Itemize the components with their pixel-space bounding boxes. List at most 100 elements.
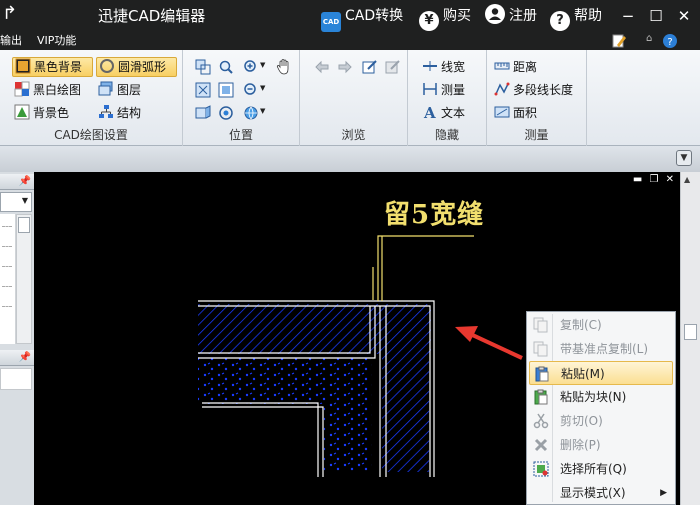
help-icon: ? — [550, 11, 570, 31]
properties-field[interactable] — [0, 368, 32, 390]
menu-item-paste-as-block[interactable]: 粘贴为块(N) — [529, 385, 673, 409]
menu-output[interactable]: 输出 — [0, 33, 22, 49]
scroll-thumb[interactable] — [684, 324, 697, 340]
panel-scrollbar[interactable] — [16, 214, 32, 344]
area-label: 面积 — [513, 106, 538, 120]
panel-dropdown[interactable]: ▼ — [0, 192, 32, 212]
forward-arrow-icon[interactable] — [337, 59, 353, 75]
black-white-icon — [14, 81, 30, 97]
yen-icon: ¥ — [419, 11, 439, 31]
measure-toggle-icon — [422, 81, 438, 97]
menu-item-delete[interactable]: 删除(P) — [529, 433, 673, 457]
menu-item-select-all[interactable]: 选择所有(Q) — [529, 457, 673, 481]
ribbon: 黑色背景 圆滑弧形 黑白绘图 图层 背景色 结构 CAD绘图设置 ▼ ▼ ▼ 位… — [0, 50, 700, 146]
measure-toggle-button[interactable]: 测量 — [420, 80, 465, 100]
zoom-out-icon[interactable] — [243, 82, 259, 98]
save-view-icon[interactable] — [385, 59, 401, 75]
polyline-length-button[interactable]: 多段线长度 — [492, 80, 573, 100]
canvas-window-controls[interactable]: ▬ ❐ ✕ — [633, 174, 676, 185]
menu-item-cut[interactable]: 剪切(O) — [529, 409, 673, 433]
background-color-label: 背景色 — [33, 106, 70, 120]
menu-item-label: 选择所有(Q) — [560, 462, 627, 476]
black-white-draw-button[interactable]: 黑白绘图 — [12, 80, 81, 100]
hand-pan-icon[interactable] — [275, 58, 293, 76]
menu-item-display-mode[interactable]: 显示模式(X) ▶ — [529, 481, 673, 505]
cad-convert-button[interactable]: CAD CAD转换 — [321, 4, 403, 32]
layers-button[interactable]: 图层 — [96, 80, 141, 100]
back-arrow-icon[interactable] — [314, 59, 330, 75]
menu-bar: 输出 VIP功能 ⌂ ? — [0, 32, 700, 50]
text-toggle-button[interactable]: A 文本 — [420, 103, 465, 123]
group-label-measure: 测量 — [524, 128, 549, 142]
title-bar: ↱ 迅捷CAD编辑器 CAD CAD转换 ¥ 购买 注册 ? 帮助 − ☐ ✕ — [0, 0, 700, 32]
smooth-arc-button[interactable]: 圆滑弧形 — [96, 57, 177, 77]
wall-hatch — [382, 304, 429, 472]
zoom-in-icon[interactable] — [243, 59, 259, 75]
maximize-icon[interactable]: ☐ — [645, 4, 667, 28]
register-button[interactable]: 注册 — [485, 4, 537, 28]
lower-dots-hatch — [198, 358, 328, 404]
panel-header-bottom: 📌 — [0, 350, 34, 366]
svg-text:?: ? — [667, 37, 672, 48]
copy-icon — [533, 317, 548, 333]
annotation-leader — [372, 235, 474, 301]
background-color-icon — [14, 104, 30, 120]
scroll-up-icon[interactable]: ▲ — [684, 175, 690, 184]
vertical-scrollbar[interactable]: ▲ — [680, 172, 700, 505]
zoom-in-dropdown-icon[interactable]: ▼ — [260, 61, 265, 69]
area-icon — [494, 104, 510, 120]
panel-list[interactable] — [0, 214, 16, 344]
help-label: 帮助 — [574, 8, 602, 24]
black-background-icon — [15, 58, 31, 74]
text-icon: A — [422, 104, 438, 122]
paste-icon — [535, 366, 549, 382]
menu-vip[interactable]: VIP功能 — [37, 33, 76, 49]
group-label-cad-draw: CAD绘图设置 — [54, 128, 128, 142]
group-label-browse: 浏览 — [341, 128, 366, 142]
measure-toggle-label: 测量 — [441, 83, 466, 97]
minimize-icon[interactable]: − — [617, 4, 639, 28]
zoom-window-icon[interactable] — [218, 59, 234, 75]
pin-icon[interactable]: 📌 — [19, 176, 31, 187]
pin-icon[interactable]: 📌 — [19, 352, 31, 363]
edit-view-icon[interactable] — [362, 59, 378, 75]
linewidth-button[interactable]: 线宽 — [420, 57, 465, 77]
collapse-ribbon-icon[interactable]: ▼ — [676, 150, 692, 166]
close-icon[interactable]: ✕ — [673, 4, 695, 28]
ribbon-up-icon[interactable]: ⌂ — [646, 33, 652, 44]
background-color-button[interactable]: 背景色 — [12, 103, 69, 123]
app-title: 迅捷CAD编辑器 — [98, 7, 206, 25]
zoom-out-dropdown-icon[interactable]: ▼ — [260, 84, 265, 92]
view-globe-icon[interactable] — [243, 105, 259, 121]
group-cad-draw-settings: 黑色背景 圆滑弧形 黑白绘图 图层 背景色 结构 CAD绘图设置 — [0, 50, 183, 146]
black-background-button[interactable]: 黑色背景 — [12, 57, 93, 77]
layers-icon — [98, 81, 114, 97]
zoom-extents-icon[interactable] — [218, 82, 234, 98]
pan-window-icon[interactable] — [195, 59, 211, 75]
distance-button[interactable]: 距离 — [492, 57, 537, 77]
context-menu: 复制(C) 带基准点复制(L) 粘贴(M) 粘贴为块(N) 剪切(O) 删除(P… — [526, 311, 676, 505]
zoom-realtime-icon[interactable] — [218, 105, 234, 121]
view-dropdown-icon[interactable]: ▼ — [260, 107, 265, 115]
structure-icon — [98, 104, 114, 120]
lower-dots-hatch-b — [324, 358, 372, 472]
text-toggle-label: 文本 — [441, 106, 466, 120]
delete-x-icon — [534, 438, 548, 452]
menu-item-paste[interactable]: 粘贴(M) — [529, 361, 673, 385]
back-arrow-icon[interactable]: ↱ — [2, 3, 17, 25]
group-hide: 线宽 测量 A 文本 隐藏 — [408, 50, 487, 146]
menu-item-copy-with-base[interactable]: 带基准点复制(L) — [529, 337, 673, 361]
buy-label: 购买 — [443, 8, 471, 24]
black-background-label: 黑色背景 — [34, 60, 83, 74]
rotate-3d-icon[interactable] — [195, 105, 211, 121]
menu-item-copy[interactable]: 复制(C) — [529, 313, 673, 337]
area-button[interactable]: 面积 — [492, 103, 537, 123]
menu-item-label: 显示模式(X) — [560, 486, 626, 500]
scissors-icon — [533, 413, 549, 429]
panel-scroll-thumb[interactable] — [18, 217, 30, 233]
structure-button[interactable]: 结构 — [96, 103, 141, 123]
linewidth-label: 线宽 — [441, 60, 466, 74]
pan-extents-icon[interactable] — [195, 82, 211, 98]
help-button[interactable]: ? 帮助 — [550, 4, 602, 31]
buy-button[interactable]: ¥ 购买 — [419, 4, 471, 31]
